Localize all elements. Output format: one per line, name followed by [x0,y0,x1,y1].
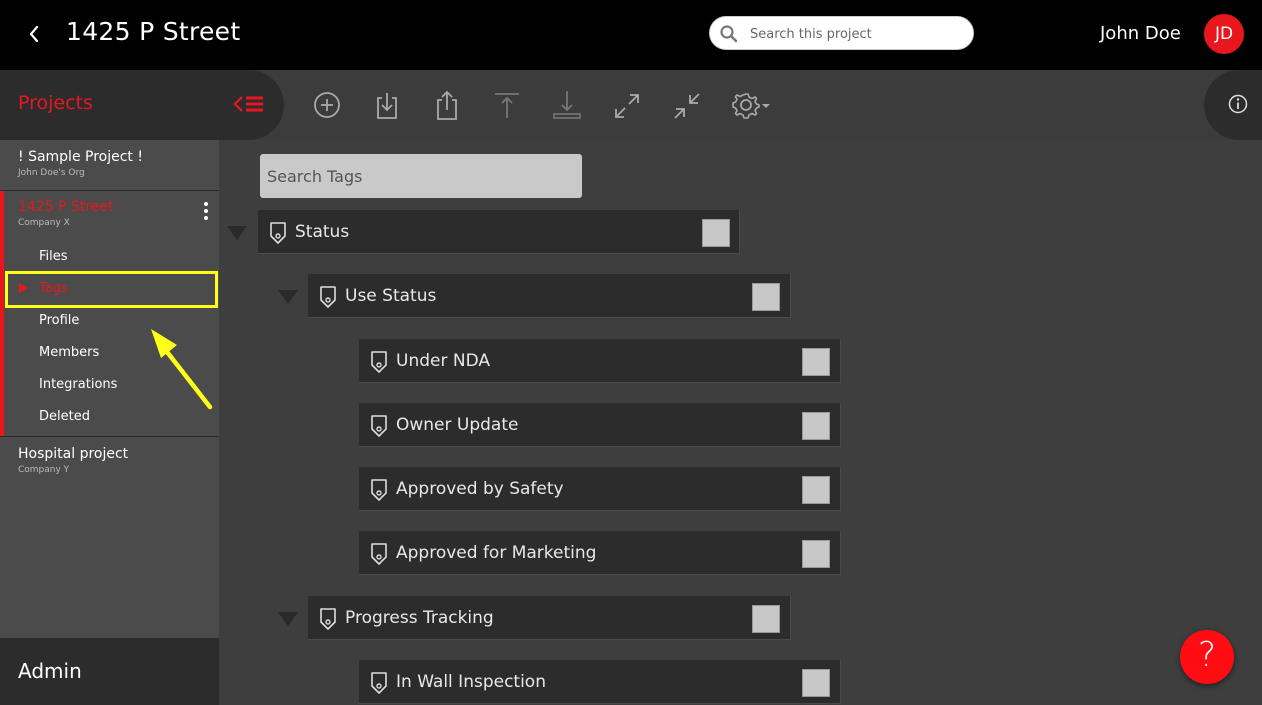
tag-icon [371,543,387,565]
upload-icon [495,93,519,118]
settings-icon[interactable] [731,88,773,122]
tag-label: Progress Tracking [345,608,494,628]
tag-label: Approved for Marketing [396,543,597,563]
projects-header: Projects [0,70,284,140]
avatar[interactable]: JD [1204,14,1244,54]
tag-checkbox[interactable] [752,605,780,633]
active-arrow-icon [19,283,28,293]
project-name[interactable]: Hospital project [18,446,128,462]
sidebar-item-profile[interactable]: Profile [39,313,79,328]
tag-label: Status [295,222,350,242]
tag-row[interactable]: Approved by Safety [359,467,841,511]
project-name[interactable]: ! Sample Project ! [18,149,143,165]
tag-row[interactable]: Use Status [308,274,791,318]
tag-row[interactable]: Progress Tracking [308,596,791,640]
more-options-icon[interactable] [202,199,210,227]
highlight-box [5,271,218,308]
project-title: 1425 P Street [66,17,241,46]
help-label: ? [1197,635,1217,675]
tag-icon [371,415,387,437]
top-bar: 1425 P Street John Doe JD [0,0,1262,70]
tag-checkbox[interactable] [702,219,730,247]
tag-checkbox[interactable] [802,348,830,376]
sidebar-item-deleted[interactable]: Deleted [39,409,90,424]
tag-row[interactable]: Status [258,210,740,254]
search-icon [720,25,738,43]
tag-checkbox[interactable] [802,669,830,697]
active-project-indicator [0,191,4,436]
user-name[interactable]: John Doe [1100,23,1181,44]
info-icon [1228,94,1248,114]
search-input[interactable] [750,24,965,44]
divider [0,436,219,437]
tag-icon [371,351,387,373]
project-org: John Doe's Org [18,168,85,178]
expand-caret-icon[interactable] [227,226,247,240]
sidebar-item-integrations[interactable]: Integrations [39,377,117,392]
tag-icon [320,286,336,308]
share-icon[interactable] [431,88,463,122]
projects-title: Projects [18,92,93,114]
tag-checkbox[interactable] [802,412,830,440]
project-name[interactable]: 1425 P Street [18,199,114,215]
tag-label: In Wall Inspection [396,672,546,692]
tag-checkbox[interactable] [802,476,830,504]
divider [0,190,219,191]
admin-label: Admin [18,659,82,683]
collapse-icon[interactable] [671,88,703,122]
tag-label: Use Status [345,286,437,306]
sidebar-item-members[interactable]: Members [39,345,99,360]
tag-row[interactable]: Approved for Marketing [359,531,841,575]
project-org: Company Y [18,465,70,475]
tag-icon [320,608,336,630]
tag-checkbox[interactable] [802,540,830,568]
project-org: Company X [18,218,70,228]
collapse-sidebar-icon[interactable] [232,92,266,116]
tag-row[interactable]: Owner Update [359,403,841,447]
tag-label: Owner Update [396,415,519,435]
tag-icon [270,222,286,244]
tag-icon [371,479,387,501]
project-search[interactable] [709,16,974,50]
expand-icon[interactable] [611,88,643,122]
download-tray-icon [553,91,581,119]
download-icon[interactable] [371,88,403,122]
tag-row[interactable]: Under NDA [359,339,841,383]
sidebar-item-files[interactable]: Files [39,249,68,264]
tag-search-input[interactable] [260,154,582,198]
tag-label: Under NDA [396,351,490,371]
tag-row[interactable]: In Wall Inspection [359,660,841,704]
tag-label: Approved by Safety [396,479,564,499]
add-icon[interactable] [311,88,343,122]
admin-panel[interactable]: Admin [0,638,219,705]
sidebar-item-tags[interactable]: Tags [39,281,68,296]
tag-checkbox[interactable] [752,283,780,311]
tag-icon [371,672,387,694]
expand-caret-icon[interactable] [278,290,298,304]
back-icon[interactable] [22,20,46,48]
help-button[interactable]: ? [1180,630,1234,684]
annotation-arrow-icon [151,329,213,410]
expand-caret-icon[interactable] [278,612,298,626]
